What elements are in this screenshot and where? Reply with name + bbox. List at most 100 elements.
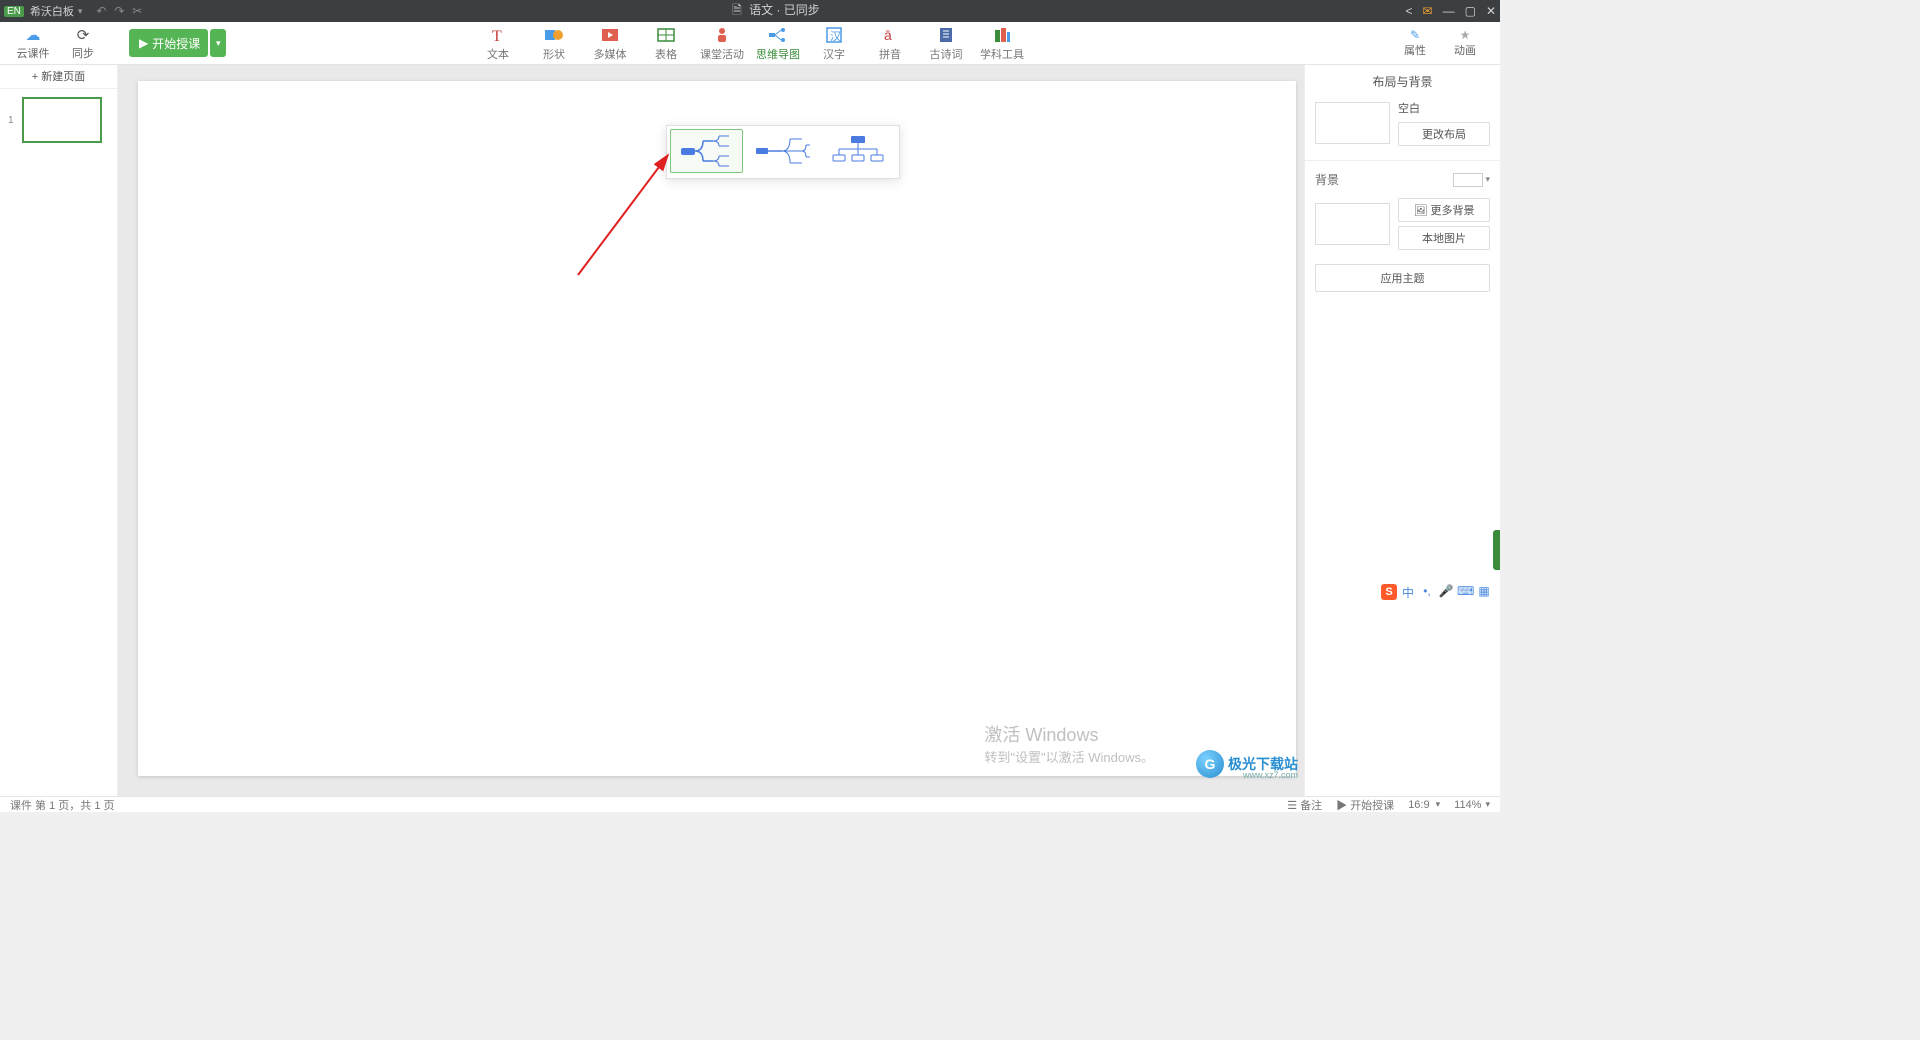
image-icon: 🖼	[1413, 205, 1427, 217]
tab-animation-label: 动画	[1454, 42, 1476, 58]
ime-grid-icon[interactable]: ▦	[1476, 584, 1492, 600]
cloud-icon: ☁	[26, 26, 41, 44]
close-icon[interactable]: ✕	[1486, 4, 1496, 18]
right-panel: 布局与背景 空白 更改布局 背景 ▾ 🖼 更多背景 本地图片	[1304, 65, 1500, 796]
start-class-dropdown[interactable]: ▾	[210, 29, 226, 57]
ime-punct-icon[interactable]: •,	[1419, 584, 1435, 600]
mindmap-icon	[768, 25, 788, 45]
maximize-icon[interactable]: ▢	[1465, 4, 1476, 18]
tool-text[interactable]: T 文本	[470, 22, 526, 64]
tool-table-label: 表格	[655, 46, 677, 62]
pinyin-icon: ā	[881, 25, 899, 45]
tool-mindmap-label: 思维导图	[756, 46, 800, 62]
ime-toolbar[interactable]: S 中 •, 🎤 ⌨ ▦	[1381, 584, 1492, 600]
bg-color-swatch[interactable]	[1453, 173, 1483, 187]
tool-pinyin[interactable]: ā 拼音	[862, 22, 918, 64]
windows-activation-watermark: 激活 Windows 转到"设置"以激活 Windows。	[984, 721, 1154, 766]
tool-mindmap[interactable]: 思维导图	[750, 22, 806, 64]
hanzi-icon: 汉	[825, 25, 843, 45]
notes-button[interactable]: ☰ 备注	[1287, 797, 1322, 813]
media-icon	[601, 25, 619, 45]
aspect-ratio[interactable]: 16:9	[1408, 799, 1429, 811]
mindmap-option-branch[interactable]	[745, 129, 818, 173]
tool-text-label: 文本	[487, 46, 509, 62]
undo-icon[interactable]: ↶	[92, 4, 110, 18]
ime-voice-icon[interactable]: 🎤	[1438, 584, 1454, 600]
tool-media-label: 多媒体	[594, 46, 627, 62]
properties-icon: ✎	[1410, 28, 1420, 42]
svg-text:T: T	[492, 28, 502, 44]
ime-keyboard-icon[interactable]: ⌨	[1457, 584, 1473, 600]
background-section-label: 背景	[1315, 171, 1339, 188]
tool-media[interactable]: 多媒体	[582, 22, 638, 64]
tool-hanzi[interactable]: 汉 汉字	[806, 22, 862, 64]
tool-shape[interactable]: 形状	[526, 22, 582, 64]
cloud-label: 云课件	[17, 45, 50, 61]
ime-lang[interactable]: 中	[1400, 584, 1416, 600]
share-icon[interactable]: <	[1406, 4, 1413, 18]
zoom-dropdown-icon[interactable]: ▾	[1485, 799, 1490, 810]
apply-theme-button[interactable]: 应用主题	[1315, 264, 1490, 292]
slide-canvas[interactable]	[138, 81, 1296, 776]
titlebar: EN 希沃白板 ▾ ↶ ↷ ✂ 🗎 语文 · 已同步 < ✉ — ▢ ✕	[0, 0, 1500, 22]
tool-hanzi-label: 汉字	[823, 46, 845, 62]
canvas-area: 激活 Windows 转到"设置"以激活 Windows。 G 极光下载站 ww…	[118, 65, 1304, 796]
change-layout-button[interactable]: 更改布局	[1398, 122, 1490, 146]
slide-number: 1	[8, 115, 18, 126]
bg-thumbnail[interactable]	[1315, 203, 1390, 245]
tool-activity-label: 课堂活动	[700, 46, 744, 62]
svg-text:汉: 汉	[830, 30, 841, 43]
cut-icon[interactable]: ✂	[128, 4, 146, 18]
new-page-button[interactable]: + 新建页面	[0, 65, 117, 89]
watermark-line2: 转到"设置"以激活 Windows。	[984, 747, 1154, 766]
tool-poem[interactable]: 古诗词	[918, 22, 974, 64]
tab-properties[interactable]: ✎ 属性	[1390, 22, 1440, 64]
more-bg-label: 更多背景	[1431, 205, 1475, 217]
center-tools: T 文本 形状 多媒体 表格 课堂活动 思维导图 汉 汉字 ā 拼音	[470, 22, 1030, 64]
en-badge: EN	[4, 6, 24, 17]
ratio-dropdown-icon[interactable]: ▾	[1436, 799, 1441, 810]
present-label: 开始授课	[1350, 800, 1394, 812]
minimize-icon[interactable]: —	[1443, 4, 1455, 18]
tool-pinyin-label: 拼音	[879, 46, 901, 62]
site-watermark: G 极光下载站 www.xz7.com	[1196, 750, 1298, 778]
tool-subject[interactable]: 学科工具	[974, 22, 1030, 64]
document-title: 语文 · 已同步	[749, 3, 820, 17]
more-bg-button[interactable]: 🖼 更多背景	[1398, 198, 1490, 222]
mindmap-option-right-tree[interactable]	[670, 129, 743, 173]
layout-name: 空白	[1398, 100, 1490, 116]
start-class-button[interactable]: ▶ 开始授课	[129, 29, 208, 57]
page-indicator: 课件 第 1 页，共 1 页	[10, 797, 115, 813]
bg-color-dropdown-icon[interactable]: ▾	[1485, 174, 1490, 185]
sync-button[interactable]: ⟳ 同步	[58, 26, 108, 61]
tool-subject-label: 学科工具	[980, 46, 1024, 62]
table-icon	[657, 25, 675, 45]
statusbar: 课件 第 1 页，共 1 页 ☰ 备注 ▶ 开始授课 16:9 ▾ 114% ▾	[0, 796, 1500, 812]
tool-table[interactable]: 表格	[638, 22, 694, 64]
start-class-label: 开始授课	[152, 35, 200, 52]
zoom-level[interactable]: 114%	[1454, 799, 1481, 811]
subject-icon	[993, 25, 1011, 45]
tool-shape-label: 形状	[543, 46, 565, 62]
mindmap-option-org-chart[interactable]	[820, 129, 893, 173]
local-image-button[interactable]: 本地图片	[1398, 226, 1490, 250]
activity-icon	[713, 25, 731, 45]
slide-thumbnail-1[interactable]: 1	[8, 97, 109, 143]
sync-label: 同步	[72, 45, 94, 61]
watermark-line1: 激活 Windows	[984, 721, 1154, 747]
side-handle[interactable]	[1493, 530, 1500, 570]
svg-text:ā: ā	[884, 27, 892, 43]
redo-icon[interactable]: ↷	[110, 4, 128, 18]
mail-icon[interactable]: ✉	[1423, 4, 1433, 18]
app-title: 希沃白板	[30, 3, 74, 19]
present-button[interactable]: ▶ 开始授课	[1336, 797, 1394, 813]
text-icon: T	[489, 25, 507, 45]
tool-poem-label: 古诗词	[930, 46, 963, 62]
site-url: www.xz7.com	[1243, 770, 1298, 780]
app-dropdown-icon[interactable]: ▾	[78, 6, 83, 17]
poem-icon	[937, 25, 955, 45]
cloud-courseware-button[interactable]: ☁ 云课件	[8, 26, 58, 61]
tool-activity[interactable]: 课堂活动	[694, 22, 750, 64]
layout-thumbnail[interactable]	[1315, 102, 1390, 144]
tab-animation[interactable]: ★ 动画	[1440, 22, 1490, 64]
